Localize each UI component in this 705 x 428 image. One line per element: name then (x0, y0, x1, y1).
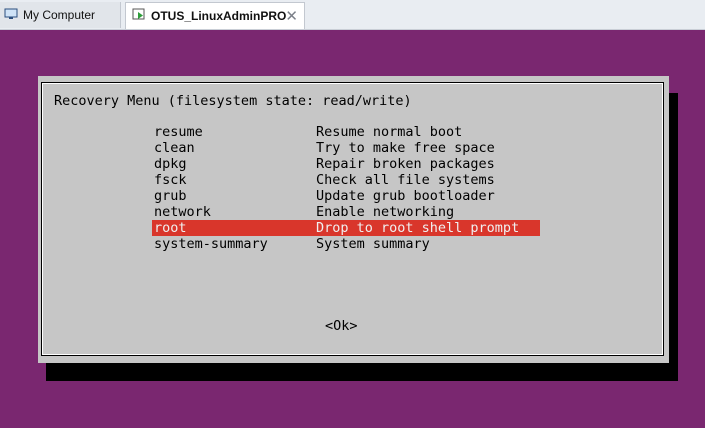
tab-otus-vm[interactable]: OTUS_LinuxAdminPRO ✕ (125, 2, 305, 29)
ok-button[interactable]: <Ok> (325, 318, 358, 334)
recovery-menu: resume Resume normal boot clean Try to mak… (152, 124, 540, 252)
close-icon[interactable]: ✕ (285, 7, 298, 25)
menu-item-clean[interactable]: clean Try to make free space (152, 140, 540, 156)
monitor-icon (4, 8, 18, 23)
menu-item-fsck[interactable]: fsck Check all file systems (152, 172, 540, 188)
tab-label: My Computer (23, 8, 96, 22)
menu-item-resume[interactable]: resume Resume normal boot (152, 124, 540, 140)
tab-bar: My Computer OTUS_LinuxAdminPRO ✕ (0, 0, 705, 30)
vm-icon (132, 8, 146, 25)
tab-my-computer[interactable]: My Computer (0, 2, 121, 28)
menu-item-network[interactable]: network Enable networking (152, 204, 540, 220)
menu-item-grub[interactable]: grub Update grub bootloader (152, 188, 540, 204)
menu-item-root[interactable]: root Drop to root shell prompt (152, 220, 540, 236)
menu-item-system-summary[interactable]: system-summary System summary (152, 236, 540, 252)
menu-item-dpkg[interactable]: dpkg Repair broken packages (152, 156, 540, 172)
tab-label: OTUS_LinuxAdminPRO (151, 9, 287, 23)
recovery-dialog: Recovery Menu (filesystem state: read/wr… (38, 76, 669, 363)
dialog-title: Recovery Menu (filesystem state: read/wr… (54, 93, 412, 109)
